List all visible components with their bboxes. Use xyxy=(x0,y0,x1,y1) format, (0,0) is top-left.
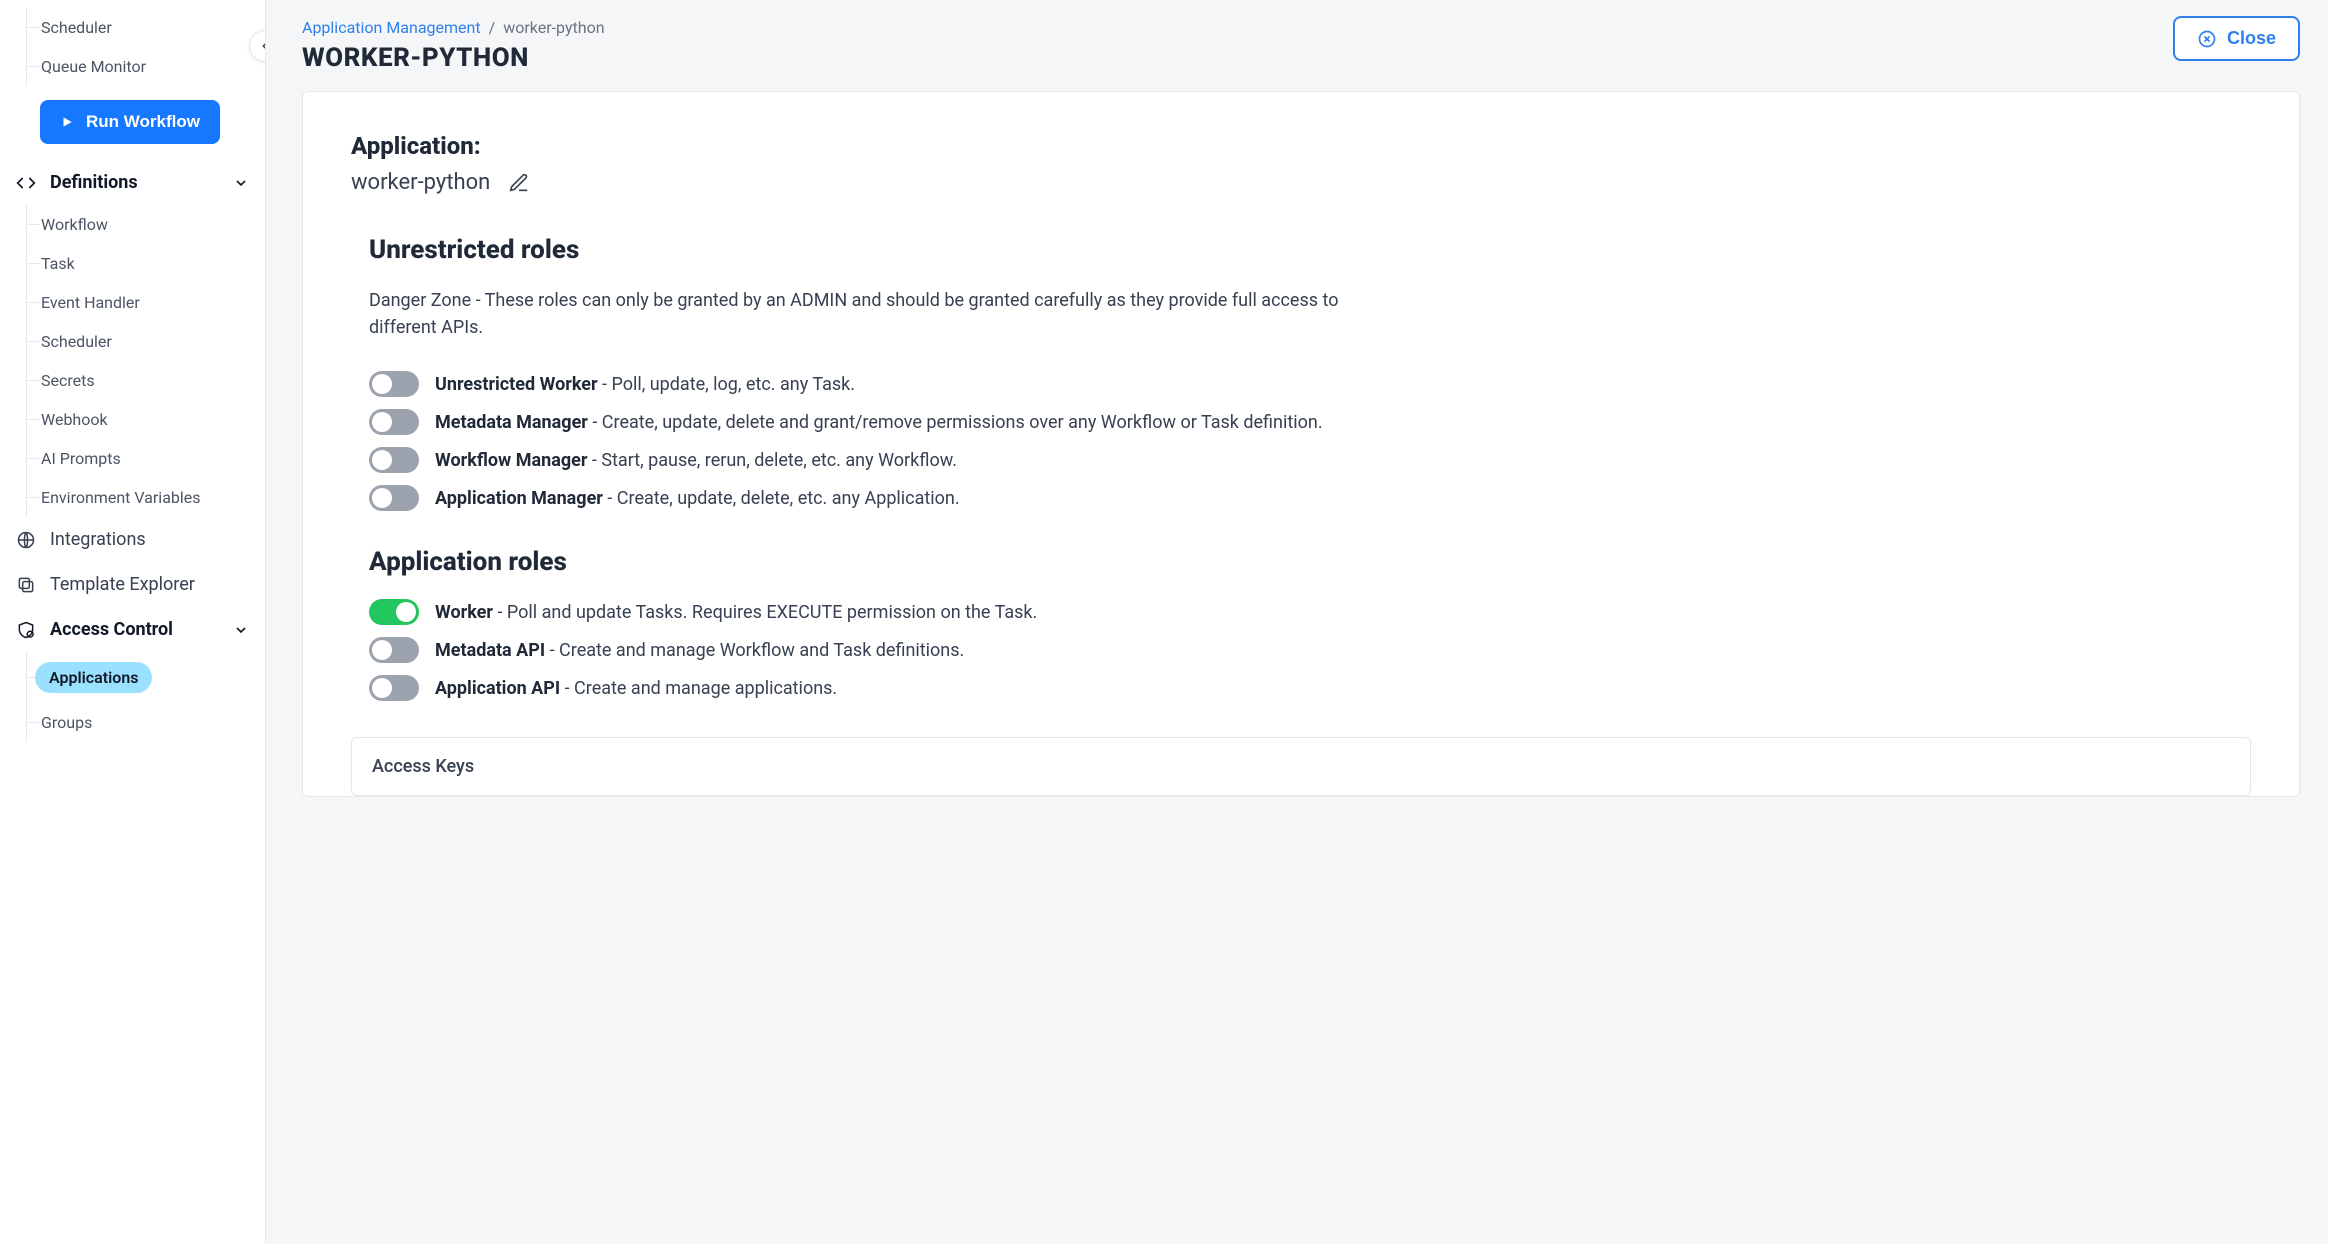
sidebar-item-scheduler-def[interactable]: Scheduler xyxy=(27,322,265,361)
shield-icon xyxy=(16,620,36,640)
sidebar-item-integrations[interactable]: Integrations xyxy=(0,517,265,562)
sidebar-item-env-vars[interactable]: Environment Variables xyxy=(27,478,265,517)
toggle-application-manager[interactable] xyxy=(369,485,419,511)
main-content: Application Management / worker-python W… xyxy=(266,0,2328,1244)
unrestricted-roles-section: Unrestricted roles Danger Zone - These r… xyxy=(351,235,2251,511)
copy-icon xyxy=(16,575,36,595)
application-label: Application: xyxy=(351,132,2251,160)
role-metadata-manager: Metadata Manager - Create, update, delet… xyxy=(369,409,2251,435)
role-worker: Worker - Poll and update Tasks. Requires… xyxy=(369,599,2251,625)
danger-zone-text: Danger Zone - These roles can only be gr… xyxy=(369,287,1349,341)
sidebar-section-access-control[interactable]: Access Control xyxy=(0,607,265,652)
sidebar-item-template-explorer[interactable]: Template Explorer xyxy=(0,562,265,607)
globe-icon xyxy=(16,530,36,550)
run-workflow-button[interactable]: Run Workflow xyxy=(40,100,220,144)
sidebar-item-task[interactable]: Task xyxy=(27,244,265,283)
sidebar-item-event-handler[interactable]: Event Handler xyxy=(27,283,265,322)
role-unrestricted-worker: Unrestricted Worker - Poll, update, log,… xyxy=(369,371,2251,397)
unrestricted-roles-heading: Unrestricted roles xyxy=(369,235,2251,265)
toggle-worker[interactable] xyxy=(369,599,419,625)
application-roles-section: Application roles Worker - Poll and upda… xyxy=(351,547,2251,701)
sidebar-item-groups[interactable]: Groups xyxy=(27,703,265,742)
sidebar-item-ai-prompts[interactable]: AI Prompts xyxy=(27,439,265,478)
edit-icon[interactable] xyxy=(508,172,530,194)
sidebar: Scheduler Queue Monitor Run Workflow Def… xyxy=(0,0,266,1244)
breadcrumb-parent-link[interactable]: Application Management xyxy=(302,18,481,37)
code-icon xyxy=(16,173,36,193)
close-circle-icon xyxy=(2197,29,2217,49)
role-metadata-api: Metadata API - Create and manage Workflo… xyxy=(369,637,2251,663)
chevron-left-icon xyxy=(258,39,266,53)
chevron-down-icon xyxy=(233,175,249,191)
sidebar-item-applications[interactable]: Applications xyxy=(27,652,265,703)
application-name: worker-python xyxy=(351,170,490,195)
close-button[interactable]: Close xyxy=(2173,16,2300,61)
breadcrumb-current: worker-python xyxy=(503,18,604,37)
access-keys-card[interactable]: Access Keys xyxy=(351,737,2251,796)
role-application-api: Application API - Create and manage appl… xyxy=(369,675,2251,701)
sidebar-item-queue-monitor[interactable]: Queue Monitor xyxy=(27,47,265,86)
toggle-metadata-manager[interactable] xyxy=(369,409,419,435)
toggle-workflow-manager[interactable] xyxy=(369,447,419,473)
sidebar-item-webhook[interactable]: Webhook xyxy=(27,400,265,439)
sidebar-section-definitions[interactable]: Definitions xyxy=(0,160,265,205)
toggle-unrestricted-worker[interactable] xyxy=(369,371,419,397)
sidebar-item-secrets[interactable]: Secrets xyxy=(27,361,265,400)
toggle-metadata-api[interactable] xyxy=(369,637,419,663)
sidebar-item-workflow[interactable]: Workflow xyxy=(27,205,265,244)
sidebar-item-scheduler-exec[interactable]: Scheduler xyxy=(27,8,265,47)
play-icon xyxy=(60,115,74,129)
toggle-application-api[interactable] xyxy=(369,675,419,701)
page-title: WORKER-PYTHON xyxy=(302,43,605,73)
role-application-manager: Application Manager - Create, update, de… xyxy=(369,485,2251,511)
chevron-down-icon xyxy=(233,622,249,638)
application-roles-heading: Application roles xyxy=(369,547,2251,577)
application-panel: Application: worker-python Unrestricted … xyxy=(302,91,2300,797)
breadcrumb: Application Management / worker-python xyxy=(302,18,605,37)
role-workflow-manager: Workflow Manager - Start, pause, rerun, … xyxy=(369,447,2251,473)
